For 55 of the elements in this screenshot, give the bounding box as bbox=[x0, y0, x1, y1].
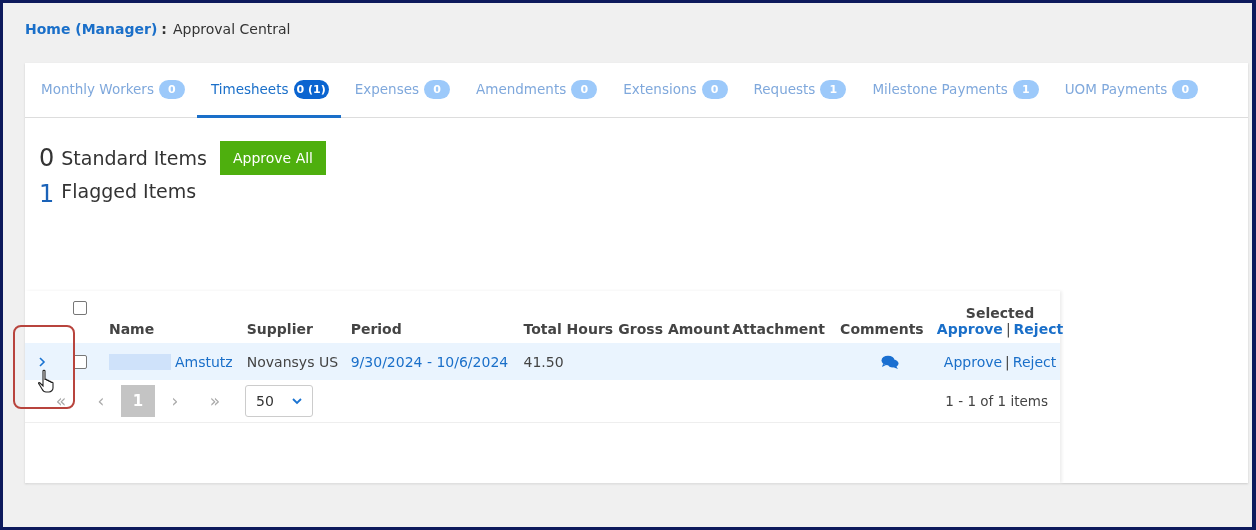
tab[interactable]: Extensions 0 bbox=[609, 63, 740, 118]
breadcrumb-separator: : bbox=[161, 21, 167, 37]
reject-link[interactable]: Reject bbox=[1013, 321, 1064, 337]
column-header: Gross Amount bbox=[618, 321, 731, 337]
flagged-items-label: Flagged Items bbox=[61, 180, 197, 202]
column-header: Total Hours bbox=[523, 321, 615, 337]
tab[interactable]: UOM Payments 0 bbox=[1050, 63, 1211, 118]
flagged-count: 1 bbox=[39, 180, 55, 208]
column-header: Attachment bbox=[732, 321, 826, 337]
link-separator: | bbox=[1005, 321, 1011, 337]
link-separator: | bbox=[1005, 353, 1010, 370]
tab[interactable]: Monthly Workers 0 bbox=[27, 63, 197, 118]
period-link[interactable]: 9/30/2024 - 10/6/2024 bbox=[350, 353, 509, 370]
count-badge: 0 bbox=[158, 79, 185, 99]
standard-items-label: Standard Items bbox=[61, 147, 207, 169]
column-header: Selected bbox=[965, 305, 1035, 321]
count-badge: 0 bbox=[571, 79, 598, 99]
count-badge: 0 bbox=[1172, 79, 1199, 99]
redaction-bar bbox=[108, 353, 171, 370]
hand-cursor-icon bbox=[38, 369, 56, 393]
chevron-down-icon bbox=[292, 397, 302, 405]
standard-count: 0 bbox=[39, 144, 55, 172]
column-header: Supplier bbox=[246, 321, 314, 337]
home-link[interactable]: Home (Manager) bbox=[25, 21, 158, 37]
tab[interactable]: Requests 1 bbox=[739, 63, 859, 118]
tab[interactable]: Expenses 0 bbox=[340, 63, 463, 118]
chevron-right-icon[interactable] bbox=[38, 356, 46, 367]
table-cell-text: Novansys US bbox=[246, 353, 340, 370]
approve-link[interactable]: Approve bbox=[943, 353, 1003, 370]
count-badge: 0 (1) bbox=[293, 79, 329, 99]
page-button[interactable]: 1 bbox=[121, 385, 155, 417]
column-header: Period bbox=[350, 321, 403, 337]
column-header: Name bbox=[108, 321, 156, 337]
last-page-button[interactable]: » bbox=[195, 390, 235, 412]
count-badge: 1 bbox=[820, 79, 847, 99]
previous-page-button[interactable]: ‹ bbox=[81, 390, 121, 412]
page-title: Approval Central bbox=[172, 21, 291, 37]
count-badge: 0 bbox=[701, 79, 728, 99]
pager-summary: 1 - 1 of 1 items bbox=[945, 393, 1048, 409]
page-size-dropdown[interactable]: 50 bbox=[245, 385, 313, 417]
count-badge: 1 bbox=[1012, 79, 1039, 99]
table-cell-text: 41.50 bbox=[523, 353, 565, 370]
column-header: Comments bbox=[840, 321, 925, 337]
first-page-button[interactable]: « bbox=[41, 390, 81, 412]
tab[interactable]: Amendments 0 bbox=[462, 63, 610, 118]
chat-bubbles-icon[interactable] bbox=[881, 354, 900, 369]
approve-all-button[interactable]: Approve All bbox=[219, 141, 326, 175]
reject-link[interactable]: Reject bbox=[1012, 353, 1057, 370]
approve-link[interactable]: Approve bbox=[936, 321, 1003, 337]
next-page-button[interactable]: › bbox=[155, 390, 195, 412]
count-badge: 0 bbox=[424, 79, 451, 99]
select-all-checkbox[interactable] bbox=[72, 301, 87, 315]
tab[interactable]: Milestone Payments 1 bbox=[858, 63, 1051, 118]
worker-name-link[interactable]: Amstutz bbox=[174, 353, 233, 370]
tab[interactable]: Timesheets 0 (1) bbox=[196, 63, 341, 118]
